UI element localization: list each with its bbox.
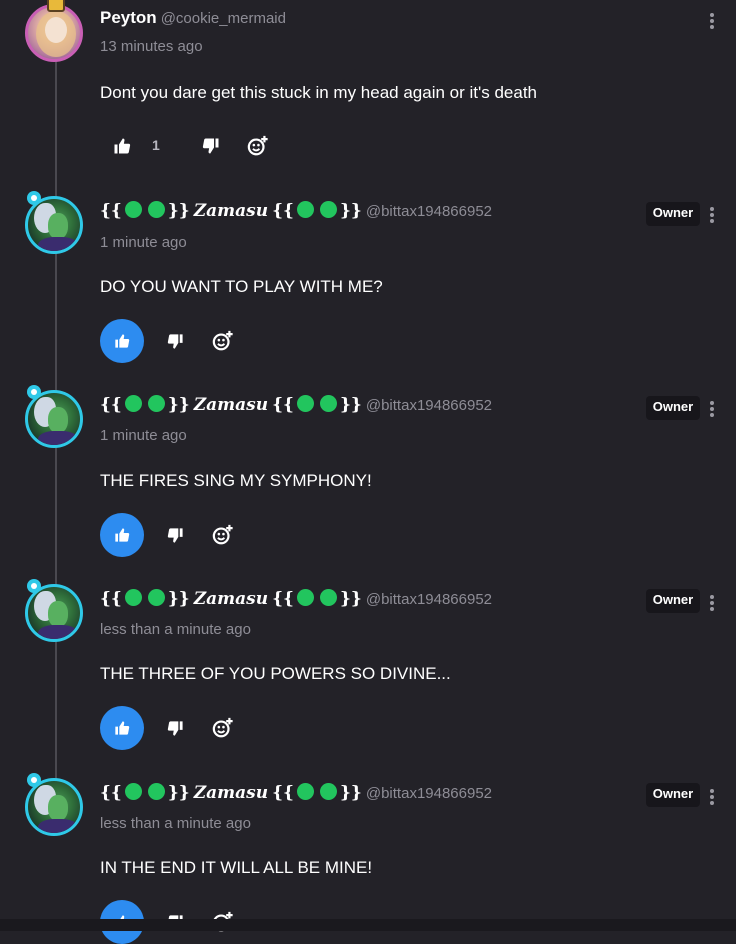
green-dot-icon: [124, 395, 142, 412]
add-reaction-button[interactable]: [208, 513, 238, 557]
author-name[interactable]: {{}} Zamasu{{}}: [100, 395, 362, 415]
author-name[interactable]: {{}} Zamasu{{}}: [100, 783, 362, 803]
green-dot-icon: [124, 589, 142, 606]
green-dot-icon: [319, 395, 337, 412]
dislike-button[interactable]: [160, 706, 190, 750]
avatar-badge-icon: [47, 0, 65, 12]
add-reaction-icon: [212, 330, 233, 351]
comment-header: {{}} Zamasu{{}} @bittax194866952: [100, 589, 492, 609]
green-dot-icon: [319, 783, 337, 800]
add-reaction-icon: [212, 524, 233, 545]
dislike-button[interactable]: [160, 513, 190, 557]
thumbs-down-icon: [202, 138, 219, 154]
owner-badge: Owner: [646, 589, 700, 613]
timestamp: less than a minute ago: [100, 621, 251, 638]
author-handle[interactable]: @bittax194866952: [366, 785, 492, 802]
more-options-icon[interactable]: [706, 787, 718, 809]
like-button[interactable]: [100, 706, 144, 750]
add-reaction-button[interactable]: [208, 706, 238, 750]
green-dot-icon: [296, 589, 314, 606]
add-reaction-icon: [212, 717, 233, 738]
owner-badge: Owner: [646, 202, 700, 226]
comment-actions: 1: [100, 124, 300, 168]
green-dot-icon: [147, 201, 165, 218]
green-dot-icon: [147, 395, 165, 412]
add-reaction-button[interactable]: [208, 319, 238, 363]
green-dot-icon: [296, 201, 314, 218]
bottom-bar: [0, 919, 736, 931]
green-dot-icon: [147, 589, 165, 606]
comment-header: Peyton @cookie_mermaid: [100, 8, 286, 28]
comment-text: IN THE END IT WILL ALL BE MINE!: [100, 858, 373, 877]
green-dot-icon: [319, 589, 337, 606]
green-dot-icon: [319, 201, 337, 218]
like-button[interactable]: [100, 319, 144, 363]
green-dot-icon: [147, 783, 165, 800]
thumbs-up-icon: [115, 721, 130, 735]
dislike-button[interactable]: [160, 319, 190, 363]
author-name[interactable]: {{}} Zamasu{{}}: [100, 201, 362, 221]
like-button[interactable]: [100, 513, 144, 557]
thumbs-up-icon: [115, 334, 130, 348]
add-reaction-icon: [247, 135, 268, 156]
avatar-badge-icon: [27, 579, 41, 593]
author-name[interactable]: {{}} Zamasu{{}}: [100, 589, 362, 609]
green-dot-icon: [124, 783, 142, 800]
dislike-button[interactable]: [196, 124, 226, 168]
comment-header: {{}} Zamasu{{}} @bittax194866952: [100, 395, 492, 415]
author-handle[interactable]: @bittax194866952: [366, 397, 492, 414]
comment-header: {{}} Zamasu{{}} @bittax194866952: [100, 783, 492, 803]
green-dot-icon: [296, 783, 314, 800]
more-options-icon[interactable]: [706, 11, 718, 33]
thumbs-down-icon: [167, 527, 183, 543]
timestamp: 13 minutes ago: [100, 38, 203, 55]
more-options-icon[interactable]: [706, 593, 718, 615]
comment-text: THE FIRES SING MY SYMPHONY!: [100, 471, 372, 490]
timestamp: 1 minute ago: [100, 427, 187, 444]
avatar-badge-icon: [27, 191, 41, 205]
comment-text: THE THREE OF YOU POWERS SO DIVINE...: [100, 664, 451, 683]
comment-actions: [100, 319, 260, 363]
like-button[interactable]: [100, 124, 144, 168]
comment-actions: [100, 706, 260, 750]
green-dot-icon: [296, 395, 314, 412]
more-options-icon[interactable]: [706, 399, 718, 421]
thumbs-up-icon: [115, 528, 130, 542]
avatar[interactable]: [25, 4, 83, 62]
add-reaction-button[interactable]: [243, 124, 273, 168]
timestamp: less than a minute ago: [100, 815, 251, 832]
more-options-icon[interactable]: [706, 205, 718, 227]
comment-actions: [100, 513, 260, 557]
owner-badge: Owner: [646, 783, 700, 807]
owner-badge: Owner: [646, 396, 700, 420]
comment-header: {{}} Zamasu{{}} @bittax194866952: [100, 201, 492, 221]
avatar-badge-icon: [27, 385, 41, 399]
thumbs-up-icon: [114, 138, 131, 154]
author-handle[interactable]: @cookie_mermaid: [161, 10, 286, 27]
like-count: 1: [152, 137, 160, 153]
comment-text: Dont you dare get this stuck in my head …: [100, 83, 537, 102]
author-handle[interactable]: @bittax194866952: [366, 591, 492, 608]
green-dot-icon: [124, 201, 142, 218]
avatar-badge-icon: [27, 773, 41, 787]
thumbs-down-icon: [167, 333, 183, 349]
thumbs-down-icon: [167, 720, 183, 736]
comment-text: DO YOU WANT TO PLAY WITH ME?: [100, 277, 383, 296]
author-name[interactable]: Peyton: [100, 8, 157, 27]
author-handle[interactable]: @bittax194866952: [366, 203, 492, 220]
timestamp: 1 minute ago: [100, 234, 187, 251]
